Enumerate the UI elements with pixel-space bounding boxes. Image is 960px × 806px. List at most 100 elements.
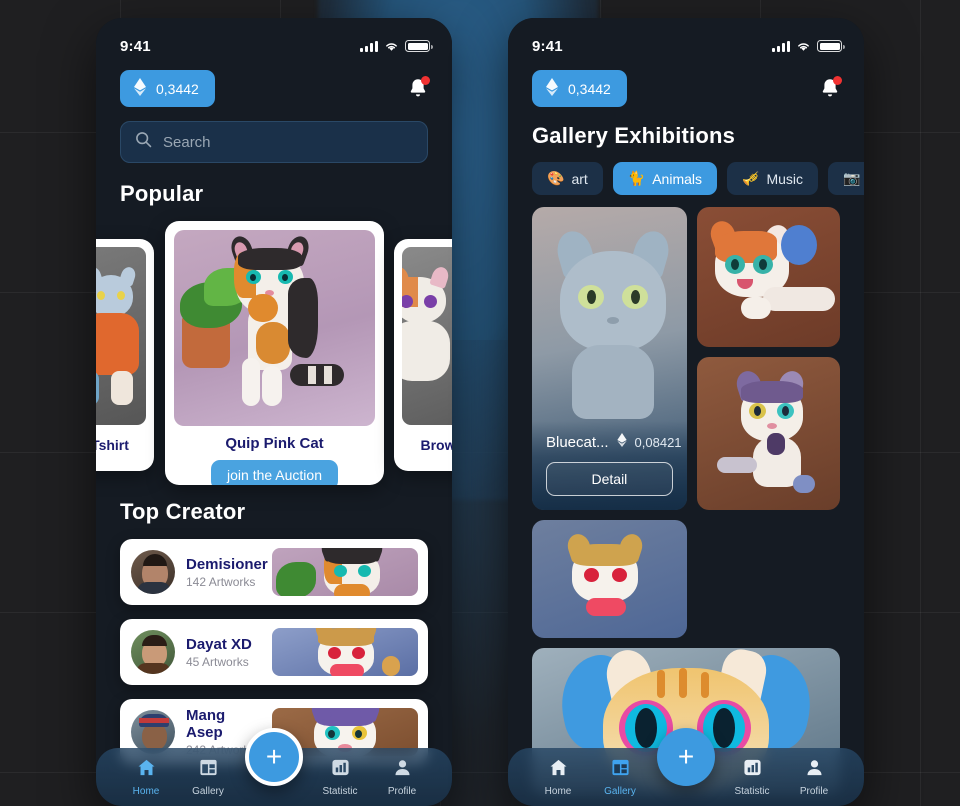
creator-row[interactable]: Dayat XD 45 Artworks [120, 619, 428, 685]
nav-item-statistic[interactable]: Statistic [312, 758, 368, 797]
nav-label: Gallery [192, 785, 224, 797]
wallet-balance-pill[interactable]: 0,3442 [532, 70, 627, 107]
creator-row[interactable]: Demisioner 142 Artworks [120, 539, 428, 605]
gallery-tile-featured[interactable]: Bluecat... 0,08421 Detail [532, 207, 687, 510]
wallet-balance-value: 0,3442 [568, 80, 611, 97]
notification-bell-button[interactable] [818, 75, 842, 102]
featured-price: 0,08421 [634, 435, 682, 450]
gallery-screen: 9:41 0,3442 Gallery Exhibitions 🎨 art 🐈 … [508, 18, 864, 806]
app-screenshot: 9:41 0,3442 Search Popular shirt Quip Pi… [0, 0, 960, 806]
creator-artworks: 142 Artworks [186, 574, 256, 589]
statistic-icon [743, 758, 762, 782]
signal-bars-icon [360, 40, 378, 52]
wifi-icon [384, 41, 399, 52]
palette-icon: 🎨 [547, 170, 565, 186]
chip-photo[interactable]: 📷 [828, 162, 864, 195]
chip-label: art [571, 170, 588, 187]
chip-label: Music [766, 170, 804, 187]
popular-card-featured[interactable]: Quip Pink Cat join the Auction [165, 221, 384, 485]
popular-card-prev[interactable]: Tshirt [96, 239, 154, 471]
statistic-icon [331, 758, 350, 782]
trumpet-icon: 🎺 [742, 170, 760, 186]
nav-item-profile[interactable]: Profile [786, 758, 842, 797]
join-auction-button[interactable]: join the Auction [211, 460, 338, 485]
profile-icon [393, 758, 412, 782]
avatar [131, 550, 175, 594]
detail-button[interactable]: Detail [546, 462, 673, 496]
nav-label: Home [132, 785, 160, 797]
creator-name: Demisioner [186, 555, 268, 573]
popular-card-name: Brow [420, 437, 453, 453]
wallet-balance-value: 0,3442 [156, 80, 199, 97]
header-left: 0,3442 [96, 58, 452, 107]
popular-card-image [402, 247, 452, 425]
search-bar[interactable]: Search [120, 121, 428, 163]
gallery-tile[interactable] [532, 520, 687, 638]
status-bar-right: 9:41 [508, 18, 864, 58]
featured-name: Bluecat... [546, 434, 609, 451]
search-input[interactable]: Search [163, 134, 211, 151]
nav-item-gallery[interactable]: Gallery [592, 758, 648, 797]
popular-card-name: Quip Pink Cat [225, 435, 324, 452]
popular-card-next[interactable]: Brow [394, 239, 452, 471]
status-icons [772, 40, 845, 52]
creator-artwork-thumb[interactable] [272, 548, 418, 596]
wifi-icon [796, 41, 811, 52]
chip-animals[interactable]: 🐈 Animals [612, 162, 718, 195]
nav-item-home[interactable]: Home [530, 758, 586, 797]
creator-artwork-thumb[interactable] [272, 628, 418, 676]
chip-music[interactable]: 🎺 Music [727, 162, 819, 195]
creator-name: Mang Asep [186, 707, 226, 741]
creator-meta: Demisioner 142 Artworks [186, 555, 268, 589]
notification-bell-button[interactable] [406, 75, 430, 102]
nav-item-statistic[interactable]: Statistic [724, 758, 780, 797]
status-time: 9:41 [120, 37, 151, 55]
ethereum-icon [545, 78, 559, 99]
signal-bars-icon [772, 40, 790, 52]
cat-icon: 🐈 [627, 170, 646, 186]
notification-badge [833, 75, 842, 85]
gallery-icon [611, 758, 630, 782]
popular-carousel[interactable]: Tshirt [96, 217, 452, 485]
gallery-tile[interactable] [696, 207, 840, 347]
phone-right: 9:41 0,3442 Gallery Exhibitions 🎨 art 🐈 … [508, 18, 864, 806]
chip-art[interactable]: 🎨 art [532, 162, 603, 195]
search-icon [135, 131, 152, 153]
home-screen: 9:41 0,3442 Search Popular shirt Quip Pi… [96, 18, 452, 806]
popular-section-title: Popular [120, 181, 204, 206]
featured-overlay: Bluecat... 0,08421 Detail [532, 421, 687, 510]
nav-label: Profile [387, 785, 417, 797]
gallery-grid: Bluecat... 0,08421 Detail [508, 207, 864, 638]
creator-artworks: 45 Artworks [186, 654, 249, 669]
home-icon [549, 758, 568, 782]
page-title: Gallery Exhibitions [532, 123, 736, 148]
ethereum-icon [616, 433, 627, 452]
battery-icon [405, 40, 433, 52]
gallery-column-right [696, 207, 840, 638]
status-time: 9:41 [532, 37, 563, 55]
nav-label: Statistic [734, 785, 770, 797]
home-icon [137, 758, 156, 782]
nav-item-home[interactable]: Home [118, 758, 174, 797]
add-button[interactable]: + [245, 728, 303, 786]
nav-item-profile[interactable]: Profile [374, 758, 430, 797]
gallery-icon [199, 758, 218, 782]
top-creator-section-title: Top Creator [120, 499, 246, 524]
chip-label: Animals [652, 170, 703, 187]
featured-info-row: Bluecat... 0,08421 [546, 433, 682, 452]
category-chips[interactable]: 🎨 art 🐈 Animals 🎺 Music 📷 [508, 162, 864, 195]
phone-left: 9:41 0,3442 Search Popular shirt Quip Pi… [96, 18, 452, 806]
camera-icon: 📷 [843, 170, 861, 186]
header-right: 0,3442 [508, 58, 864, 107]
nav-label: Gallery [604, 785, 636, 797]
wallet-balance-pill[interactable]: 0,3442 [120, 70, 215, 107]
add-button[interactable]: + [657, 728, 715, 786]
gallery-tile[interactable] [696, 357, 840, 510]
profile-icon [805, 758, 824, 782]
nav-label: Profile [799, 785, 829, 797]
nav-item-gallery[interactable]: Gallery [180, 758, 236, 797]
popular-card-name: Tshirt [96, 437, 129, 453]
nav-label: Statistic [322, 785, 358, 797]
creator-meta: Dayat XD 45 Artworks [186, 636, 261, 669]
popular-card-image [174, 230, 375, 426]
